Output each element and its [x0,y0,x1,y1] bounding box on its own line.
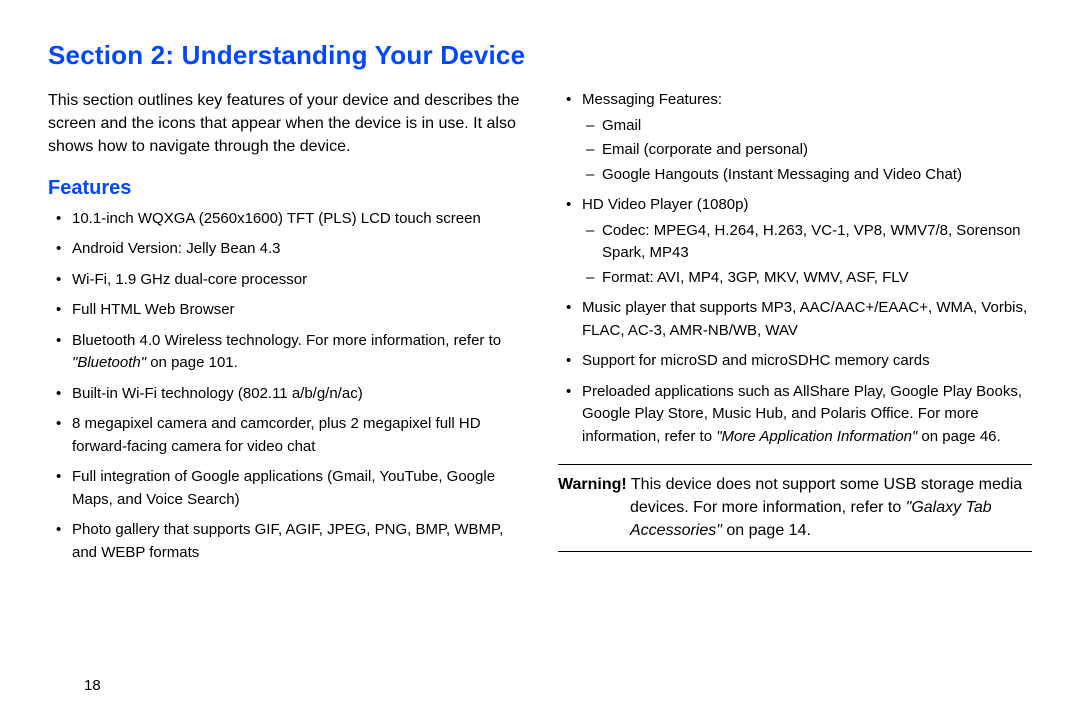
cross-reference: "Bluetooth" [72,354,146,371]
list-item: HD Video Player (1080p) Codec: MPEG4, H.… [582,194,1032,289]
features-heading: Features [48,177,522,200]
list-item: Messaging Features: Gmail Email (corpora… [582,89,1032,186]
sublist: Gmail Email (corporate and personal) Goo… [582,115,1032,187]
list-item: Built-in Wi-Fi technology (802.11 a/b/g/… [72,383,522,406]
sublist-item: Email (corporate and personal) [602,139,1032,162]
list-item: Full HTML Web Browser [72,299,522,322]
list-item: Photo gallery that supports GIF, AGIF, J… [72,519,522,564]
list-item-text: on page 101. [146,354,238,371]
list-item: Android Version: Jelly Bean 4.3 [72,238,522,261]
sublist-item: Google Hangouts (Instant Messaging and V… [602,164,1032,187]
section-title: Section 2: Understanding Your Device [48,40,1032,71]
features-list-left: 10.1-inch WQXGA (2560x1600) TFT (PLS) LC… [48,208,522,565]
list-item-text: Messaging Features: [582,91,722,108]
list-item: Music player that supports MP3, AAC/AAC+… [582,297,1032,342]
list-item: Bluetooth 4.0 Wireless technology. For m… [72,330,522,375]
warning-label: Warning! [558,476,627,493]
features-list-right: Messaging Features: Gmail Email (corpora… [558,89,1032,448]
sublist-item: Gmail [602,115,1032,138]
list-item-text: on page 46. [917,428,1000,445]
list-item-text: Bluetooth 4.0 Wireless technology. For m… [72,332,501,349]
page-number: 18 [84,677,101,694]
right-column: Messaging Features: Gmail Email (corpora… [558,89,1032,572]
intro-paragraph: This section outlines key features of yo… [48,89,522,159]
left-column: This section outlines key features of yo… [48,89,522,572]
list-item: 8 megapixel camera and camcorder, plus 2… [72,413,522,458]
cross-reference: "More Application Information" [716,428,917,445]
sublist-item: Format: AVI, MP4, 3GP, MKV, WMV, ASF, FL… [602,267,1032,290]
list-item: Full integration of Google applications … [72,466,522,511]
warning-block: Warning! This device does not support so… [558,464,1032,552]
list-item: Preloaded applications such as AllShare … [582,381,1032,449]
two-column-layout: This section outlines key features of yo… [48,89,1032,572]
list-item: Support for microSD and microSDHC memory… [582,350,1032,373]
sublist: Codec: MPEG4, H.264, H.263, VC-1, VP8, W… [582,220,1032,290]
list-item: 10.1-inch WQXGA (2560x1600) TFT (PLS) LC… [72,208,522,231]
list-item-text: HD Video Player (1080p) [582,196,748,213]
warning-text: on page 14. [722,522,811,539]
sublist-item: Codec: MPEG4, H.264, H.263, VC-1, VP8, W… [602,220,1032,265]
list-item: Wi-Fi, 1.9 GHz dual-core processor [72,269,522,292]
